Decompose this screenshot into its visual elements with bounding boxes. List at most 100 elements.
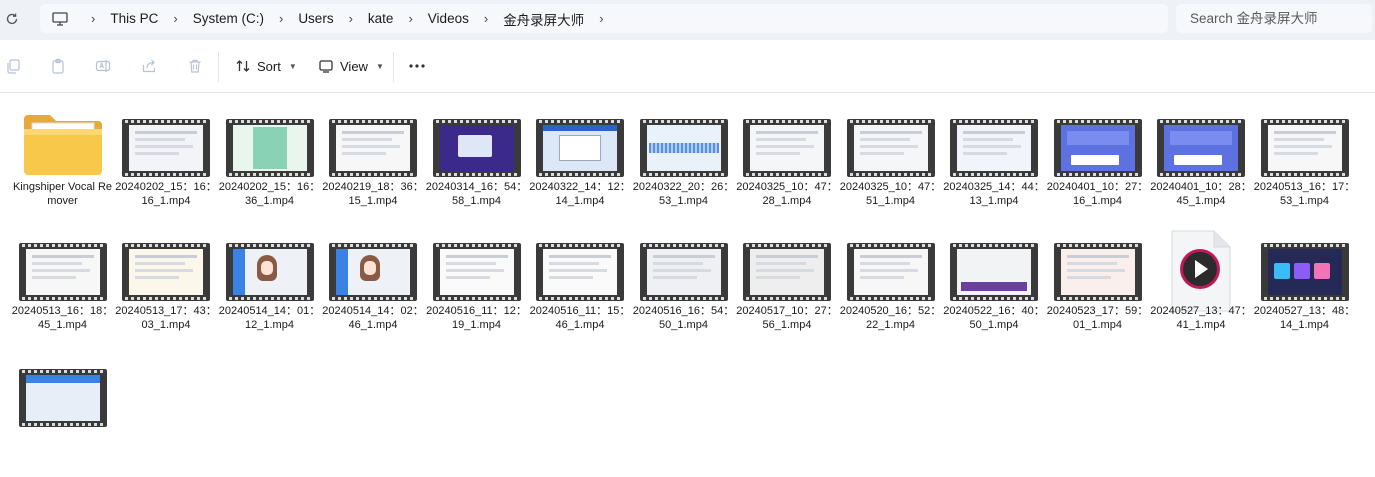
refresh-icon[interactable] [2, 9, 22, 29]
file-item[interactable]: 20240516_16：54：50_1.mp4 [632, 231, 735, 351]
sort-label: Sort [257, 58, 281, 74]
file-item[interactable]: 20240401_10：27：16_1.mp4 [1046, 107, 1149, 227]
file-item[interactable]: 20240520_16：52：22_1.mp4 [839, 231, 942, 351]
file-name: 20240520_16：52：22_1.mp4 [839, 305, 942, 331]
file-item[interactable]: 20240322_14：12：14_1.mp4 [529, 107, 632, 227]
video-thumbnail [950, 243, 1038, 301]
file-item[interactable]: 20240516_11：15：46_1.mp4 [529, 231, 632, 351]
file-name: 20240513_16：18：45_1.mp4 [11, 305, 114, 331]
breadcrumb-system-c[interactable]: System (C:) [187, 11, 270, 26]
file-item[interactable] [11, 357, 114, 477]
file-name: 20240322_14：12：14_1.mp4 [529, 181, 631, 207]
video-thumbnail [329, 243, 417, 301]
copy-icon[interactable] [3, 56, 23, 76]
file-item[interactable]: 20240513_16：17：53_1.mp4 [1253, 107, 1356, 227]
delete-icon[interactable] [185, 56, 205, 76]
search-input[interactable] [1176, 4, 1372, 33]
thumbnail [425, 231, 528, 301]
file-name: 20240219_18：36：15_1.mp4 [322, 181, 424, 207]
thumbnail [115, 107, 218, 177]
rename-icon[interactable] [93, 56, 113, 76]
view-button[interactable]: View ▼ [318, 56, 384, 76]
file-item[interactable]: 20240401_10：28：45_1.mp4 [1150, 107, 1253, 227]
thumbnail [1253, 107, 1356, 177]
file-name: 20240513_17：43：03_1.mp4 [115, 305, 217, 331]
file-item[interactable]: 20240527_13：47：41_1.mp4 [1150, 230, 1253, 351]
paste-icon[interactable] [48, 56, 68, 76]
chevron-right-icon[interactable]: › [82, 11, 104, 26]
thumbnail [529, 107, 632, 177]
chevron-right-icon[interactable]: › [590, 11, 612, 26]
breadcrumb-users[interactable]: Users [292, 11, 339, 26]
sort-button[interactable]: Sort ▼ [235, 56, 297, 76]
chevron-right-icon[interactable]: › [475, 11, 497, 26]
file-grid: Kingshiper Vocal Remover 20240202_15：16：1… [0, 93, 1375, 427]
video-file-icon [1171, 230, 1231, 312]
sort-icon [236, 60, 250, 72]
file-item[interactable]: 20240527_13：48：14_1.mp4 [1253, 231, 1356, 351]
share-icon[interactable] [139, 56, 159, 76]
file-name: 20240514_14：02：46_1.mp4 [322, 305, 424, 331]
file-item[interactable]: 20240514_14：01：12_1.mp4 [218, 231, 321, 351]
video-thumbnail [639, 243, 728, 301]
command-bar: Sort ▼ View ▼ [0, 40, 1375, 93]
thumbnail [632, 231, 735, 301]
thumbnail [1046, 107, 1149, 177]
file-item[interactable]: 20240514_14：02：46_1.mp4 [322, 231, 425, 351]
file-name: 20240325_14：44：13_1.mp4 [943, 181, 1045, 207]
video-thumbnail [639, 119, 728, 177]
chevron-right-icon[interactable]: › [340, 11, 362, 26]
file-name: 20240514_14：01：12_1.mp4 [218, 305, 321, 331]
file-name: 20240322_20：26：53_1.mp4 [632, 181, 735, 207]
breadcrumb-kate[interactable]: kate [362, 11, 400, 26]
file-item[interactable]: 20240517_10：27：56_1.mp4 [736, 231, 839, 351]
file-item[interactable]: 20240325_14：44：13_1.mp4 [943, 107, 1046, 227]
thumbnail [943, 231, 1046, 301]
file-item[interactable]: 20240202_15：16：16_1.mp4 [115, 107, 218, 227]
file-item[interactable]: 20240325_10：47：28_1.mp4 [736, 107, 839, 227]
file-item[interactable]: 20240314_16：54：58_1.mp4 [425, 107, 528, 227]
breadcrumb-this-pc[interactable]: This PC [104, 11, 164, 26]
thumbnail [218, 107, 321, 177]
breadcrumb[interactable]: › This PC › System (C:) › Users › kate ›… [40, 4, 1168, 33]
video-thumbnail [743, 119, 831, 177]
video-thumbnail [225, 243, 314, 301]
video-thumbnail [846, 243, 935, 301]
video-thumbnail [536, 119, 624, 177]
video-thumbnail [846, 119, 935, 177]
file-name: 20240516_16：54：50_1.mp4 [632, 305, 735, 331]
folder-item[interactable]: Kingshiper Vocal Remover [11, 107, 114, 227]
thumbnail [1046, 231, 1149, 301]
file-name: 20240325_10：47：28_1.mp4 [736, 181, 838, 207]
video-thumbnail [1053, 243, 1142, 301]
thumbnail [11, 231, 114, 301]
video-thumbnail [1260, 119, 1349, 177]
file-item[interactable]: 20240522_16：40：50_1.mp4 [943, 231, 1046, 351]
file-item[interactable]: 20240513_17：43：03_1.mp4 [115, 231, 218, 351]
file-item[interactable]: 20240516_11：12：19_1.mp4 [425, 231, 528, 351]
file-name: 20240517_10：27：56_1.mp4 [736, 305, 838, 331]
thumbnail [218, 231, 321, 301]
thumbnail [943, 107, 1046, 177]
file-item[interactable]: 20240202_15：16：36_1.mp4 [218, 107, 321, 227]
chevron-right-icon[interactable]: › [270, 11, 292, 26]
more-icon[interactable] [406, 56, 428, 76]
file-item[interactable]: 20240513_16：18：45_1.mp4 [11, 231, 114, 351]
file-item[interactable]: 20240219_18：36：15_1.mp4 [322, 107, 425, 227]
breadcrumb-current-folder[interactable]: 金舟录屏大师 [497, 9, 590, 29]
file-name: 20240314_16：54：58_1.mp4 [425, 181, 528, 207]
video-thumbnail [743, 243, 831, 301]
video-thumbnail [1260, 243, 1349, 301]
file-name: 20240513_16：17：53_1.mp4 [1253, 181, 1356, 207]
file-item[interactable]: 20240523_17：59：01_1.mp4 [1046, 231, 1149, 351]
video-thumbnail [1157, 119, 1245, 177]
file-item[interactable]: 20240322_20：26：53_1.mp4 [632, 107, 735, 227]
chevron-right-icon[interactable]: › [399, 11, 421, 26]
folder-icon [23, 115, 102, 175]
chevron-right-icon[interactable]: › [164, 11, 186, 26]
file-item[interactable]: 20240325_10：47：51_1.mp4 [839, 107, 942, 227]
toolbar-divider [393, 52, 394, 82]
video-thumbnail [18, 243, 107, 301]
computer-icon [52, 11, 68, 26]
breadcrumb-videos[interactable]: Videos [422, 11, 475, 26]
